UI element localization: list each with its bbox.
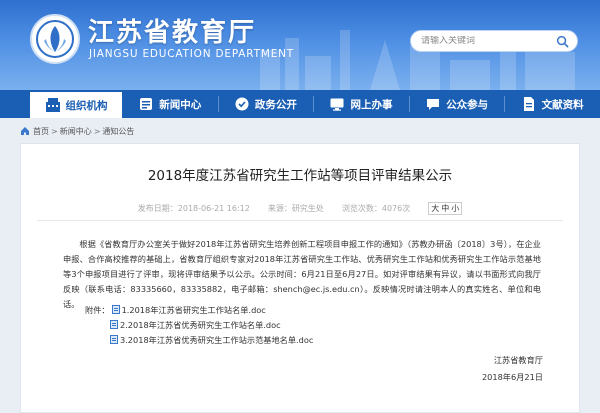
breadcrumb-separator: > [93,126,101,136]
publish-date: 发布日期：2018-06-21 16:12 [137,204,250,213]
font-size-small[interactable]: 小 [451,203,459,214]
news-icon [140,98,153,110]
view-count: 浏览次数：4076次 [341,204,411,213]
doc-file-icon [111,305,120,314]
emblem-icon [36,20,74,58]
nav-label: 网上办事 [350,98,393,111]
font-size-switcher: 大 中 小 [428,202,463,215]
font-size-medium[interactable]: 中 [441,203,449,214]
public-icon [427,99,440,110]
search-input[interactable] [421,36,551,46]
attachment-label: 附件： [85,304,110,315]
nav-label: 文献资料 [541,98,584,111]
online-icon [330,98,344,111]
attachment-link-3[interactable]: 3.2018年江苏省优秀研究生工作站示范基地名单.doc [120,334,313,346]
article-title: 2018年度江苏省研究生工作站等项目评审结果公示 [147,168,453,184]
doc-file-icon [110,320,118,329]
site-subtitle: JIANGSU EDUCATION DEPARTMENT [89,48,294,60]
signature-org: 江苏省教育厅 [493,355,543,365]
search-box [410,30,578,52]
attachment-row: 3.2018年江苏省优秀研究生工作站示范基地名单.doc [85,332,313,347]
attachment-list: 附件： 1.2018年江苏省研究生工作站名单.doc 2.2018年江苏省优秀研… [85,302,313,347]
nav-item-org[interactable]: 组织机构 [30,90,122,118]
article-panel: 2018年度江苏省研究生工作站等项目评审结果公示 发布日期：2018-06-21… [20,143,580,413]
body-paragraph: 根据《省教育厅办公室关于做好2018年江苏省研究生培养创新工程项目申报工作的通知… [63,239,541,309]
signature-block: 江苏省教育厅 2018年6月21日 [482,352,543,386]
attachment-row: 附件： 1.2018年江苏省研究生工作站名单.doc [85,302,313,317]
gov-icon [235,97,249,111]
article-body: 根据《省教育厅办公室关于做好2018年江苏省研究生培养创新工程项目申报工作的通知… [63,237,541,312]
breadcrumb-news[interactable]: 新闻中心 [60,126,92,137]
font-size-large[interactable]: 大 [431,203,439,214]
nav-label: 公众参与 [446,98,489,111]
site-title: 江苏省教育厅 [88,18,257,48]
breadcrumb-home[interactable]: 首页 [33,126,49,137]
attachment-row: 2.2018年江苏省优秀研究生工作站名单.doc [85,317,313,332]
nav-item-public[interactable]: 公众参与 [408,90,505,118]
nav-label: 新闻中心 [159,98,202,111]
docs-icon [523,97,534,111]
breadcrumb: 首页 > 新闻中心 > 通知公告 [20,122,580,140]
nav-item-online[interactable]: 网上办事 [313,90,409,118]
main-nav: 组织机构 新闻中心 政务公开 网上办事 公众参与 文献资料 [0,90,600,118]
attachment-link-1[interactable]: 1.2018年江苏省研究生工作站名单.doc [122,304,266,316]
site-header: 江苏省教育厅 JIANGSU EDUCATION DEPARTMENT [0,0,600,90]
home-icon [21,127,29,135]
nav-label: 政务公开 [254,98,297,111]
site-logo[interactable] [30,14,80,64]
nav-item-news[interactable]: 新闻中心 [122,90,218,118]
attachment-link-2[interactable]: 2.2018年江苏省优秀研究生工作站名单.doc [120,319,281,331]
search-icon[interactable] [556,35,569,48]
article-meta: 发布日期：2018-06-21 16:12 来源：研究生处 浏览次数：4076次… [21,202,579,215]
doc-file-icon [110,335,118,344]
meta-divider [37,220,563,221]
nav-item-gov[interactable]: 政务公开 [217,90,314,118]
breadcrumb-separator: > [51,126,58,136]
org-icon [45,98,60,112]
nav-label: 组织机构 [65,99,108,112]
nav-item-docs[interactable]: 文献资料 [504,90,600,118]
signature-date: 2018年6月21日 [481,372,543,382]
breadcrumb-notice[interactable]: 通知公告 [102,126,134,137]
article-source: 来源：研究生处 [267,204,324,213]
